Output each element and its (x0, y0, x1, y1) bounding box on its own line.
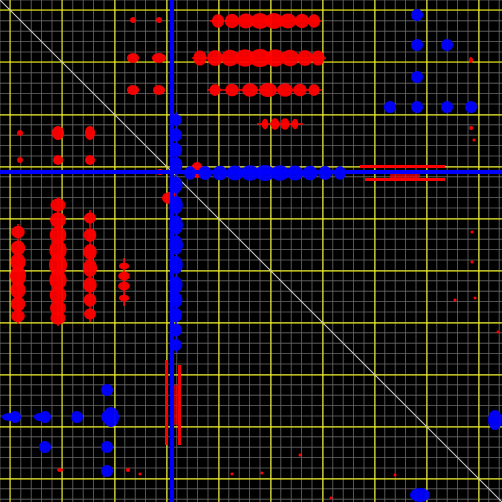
noise-point (260, 471, 264, 475)
cross-peak (57, 468, 63, 472)
cross-peak (130, 17, 136, 23)
noise-point (393, 473, 397, 477)
noise-point (230, 472, 234, 476)
negative-peak (101, 384, 113, 396)
cross-peak (85, 155, 95, 165)
cross-peak (469, 57, 473, 63)
negative-peak (34, 413, 46, 421)
cross-peak (152, 53, 166, 63)
cross-peak (53, 155, 63, 165)
cross-peak (85, 126, 95, 140)
cross-peak (156, 17, 162, 23)
cross-peak (127, 85, 139, 95)
noise-point (329, 496, 333, 500)
cross-peak (17, 130, 23, 136)
negative-peak (488, 410, 502, 430)
noise-point (473, 296, 477, 300)
noise-point (470, 230, 474, 234)
contour-plot[interactable] (0, 0, 502, 502)
cross-peak (127, 53, 139, 63)
cross-peak (17, 157, 23, 163)
negative-peak (465, 101, 477, 113)
negative-peak (411, 39, 423, 51)
noise-point (453, 298, 457, 302)
negative-peak (2, 413, 18, 421)
cross-peak (469, 126, 473, 130)
negative-peak (411, 9, 423, 21)
cross-peak-streak (360, 165, 445, 168)
noise-point (470, 260, 474, 264)
negative-peak (441, 39, 453, 51)
negative-peak (410, 488, 430, 502)
negative-peak (411, 71, 423, 83)
spectrum-viewport[interactable] (0, 0, 502, 502)
noise-point (298, 453, 302, 457)
cross-peak-streak (165, 360, 168, 445)
negative-peak (101, 465, 113, 477)
noise-point (496, 330, 500, 334)
negative-peak (441, 101, 453, 113)
cross-peak (126, 468, 130, 472)
negative-peak (39, 441, 51, 453)
noise-point (472, 138, 476, 142)
negative-peak (103, 407, 119, 427)
negative-peak (101, 441, 113, 453)
cross-peak (153, 85, 165, 95)
negative-peak (71, 411, 83, 423)
negative-peak (384, 101, 396, 113)
negative-peak (411, 101, 423, 113)
noise-point (138, 472, 142, 476)
cross-peak (52, 126, 64, 140)
